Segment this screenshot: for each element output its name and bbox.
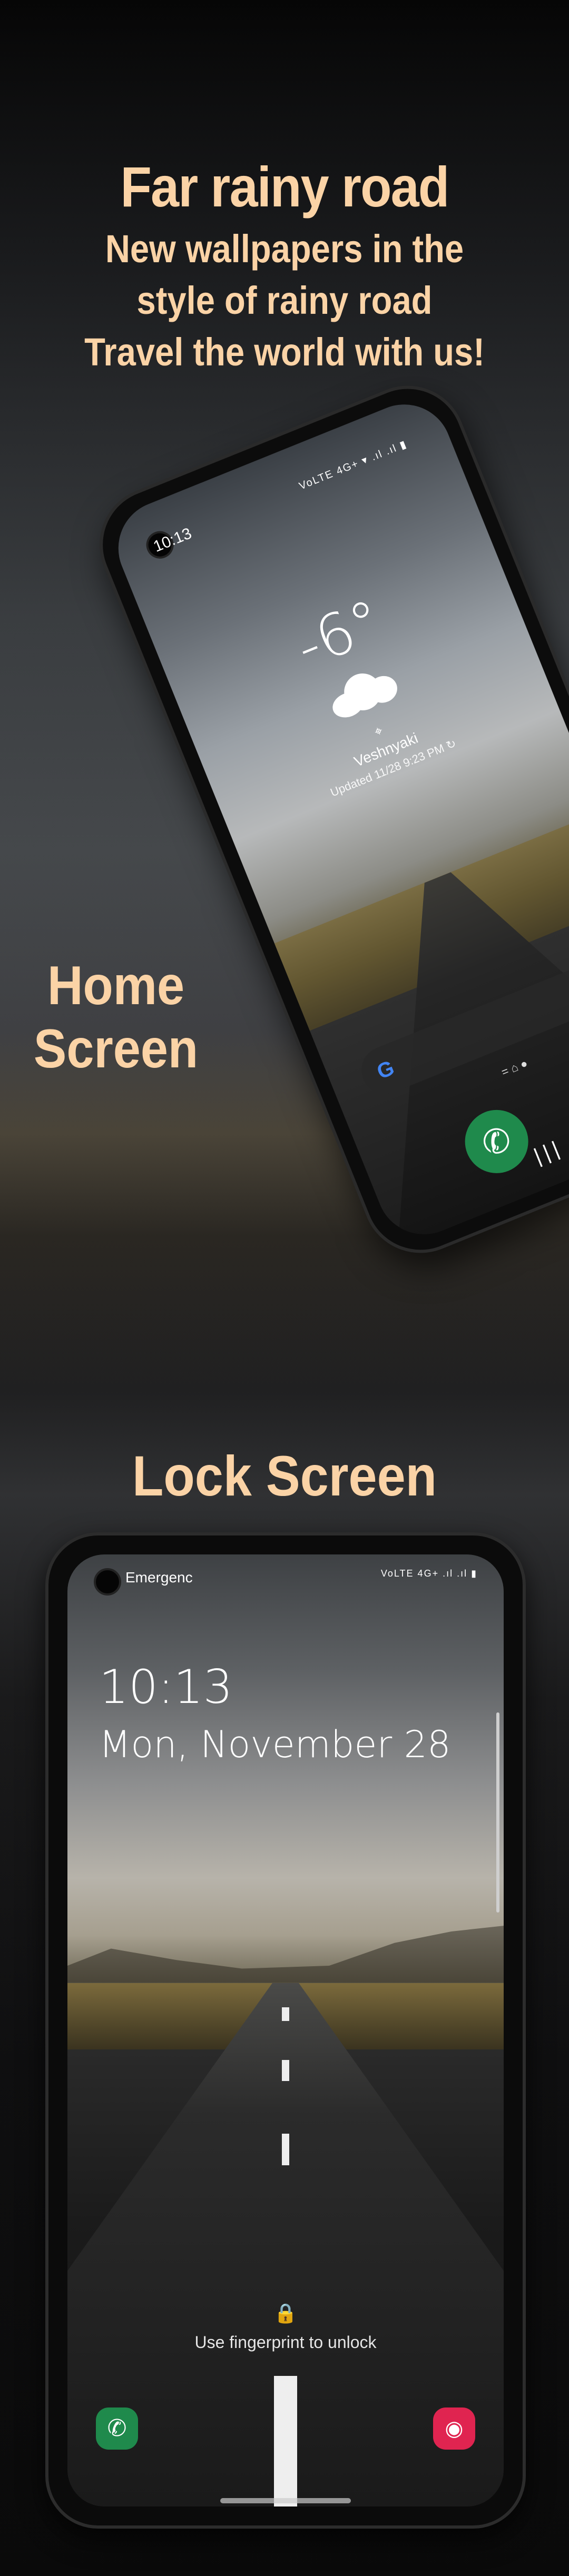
status-bar-icons: VoLTE 4G+ .ıl .ıl ▮ bbox=[380, 1568, 477, 1579]
lock-icon: 🔒 bbox=[273, 2302, 298, 2324]
lock-screen-phone: Emergenc VoLTE 4G+ .ıl .ıl ▮ 10:13 Mon, … bbox=[45, 1532, 526, 2529]
home-screen-label-line-2: Screen bbox=[33, 1018, 199, 1079]
road-lane-mark bbox=[282, 2007, 289, 2021]
front-camera bbox=[94, 1568, 121, 1596]
promo-subtitle-line-1: New wallpapers in the bbox=[105, 227, 464, 271]
road-lane-mark bbox=[282, 2134, 289, 2165]
google-icon: G bbox=[374, 1056, 398, 1084]
home-screen-phone: 10:13 VoLTE 4G+ ▾ .ıl .ıl ▮ -6° ⌖ Veshny… bbox=[82, 368, 569, 1271]
carrier-text: Emergenc bbox=[125, 1569, 193, 1586]
weather-widget[interactable]: -6° ⌖ Veshnyaki Updated 11/28 9:23 PM ↻ bbox=[163, 537, 559, 840]
home-screen-label: Home Screen bbox=[31, 954, 201, 1081]
phone-shortcut-icon[interactable]: ✆ bbox=[96, 2407, 138, 2450]
home-indicator[interactable] bbox=[220, 2498, 351, 2503]
status-bar-time: 10:13 bbox=[151, 524, 194, 556]
lock-date: Mon, November 28 bbox=[99, 1723, 451, 1766]
home-screen-display: 10:13 VoLTE 4G+ ▾ .ıl .ıl ▮ -6° ⌖ Veshny… bbox=[104, 390, 569, 1249]
home-screen-label-line-1: Home bbox=[47, 955, 185, 1016]
promo-title: Far rainy road bbox=[120, 155, 449, 219]
road-lane-mark bbox=[282, 2060, 289, 2081]
lock-screen-display: Emergenc VoLTE 4G+ .ıl .ıl ▮ 10:13 Mon, … bbox=[67, 1554, 504, 2506]
status-bar-icons: VoLTE 4G+ ▾ .ıl .ıl ▮ bbox=[297, 438, 409, 492]
camera-shortcut-icon[interactable]: ◉ bbox=[433, 2407, 475, 2450]
unlock-hint: Use fingerprint to unlock bbox=[194, 2333, 377, 2352]
wallpaper-mountains bbox=[67, 1926, 504, 1983]
lock-clock: 10:13 bbox=[99, 1660, 233, 1714]
promo-subtitle-line-3: Travel the world with us! bbox=[84, 330, 485, 374]
promo-subtitle-line-2: style of rainy road bbox=[136, 279, 433, 322]
edge-panel-handle[interactable] bbox=[496, 1712, 499, 1913]
lock-screen-label: Lock Screen bbox=[132, 1444, 437, 1508]
road-lane-mark bbox=[274, 2376, 297, 2506]
